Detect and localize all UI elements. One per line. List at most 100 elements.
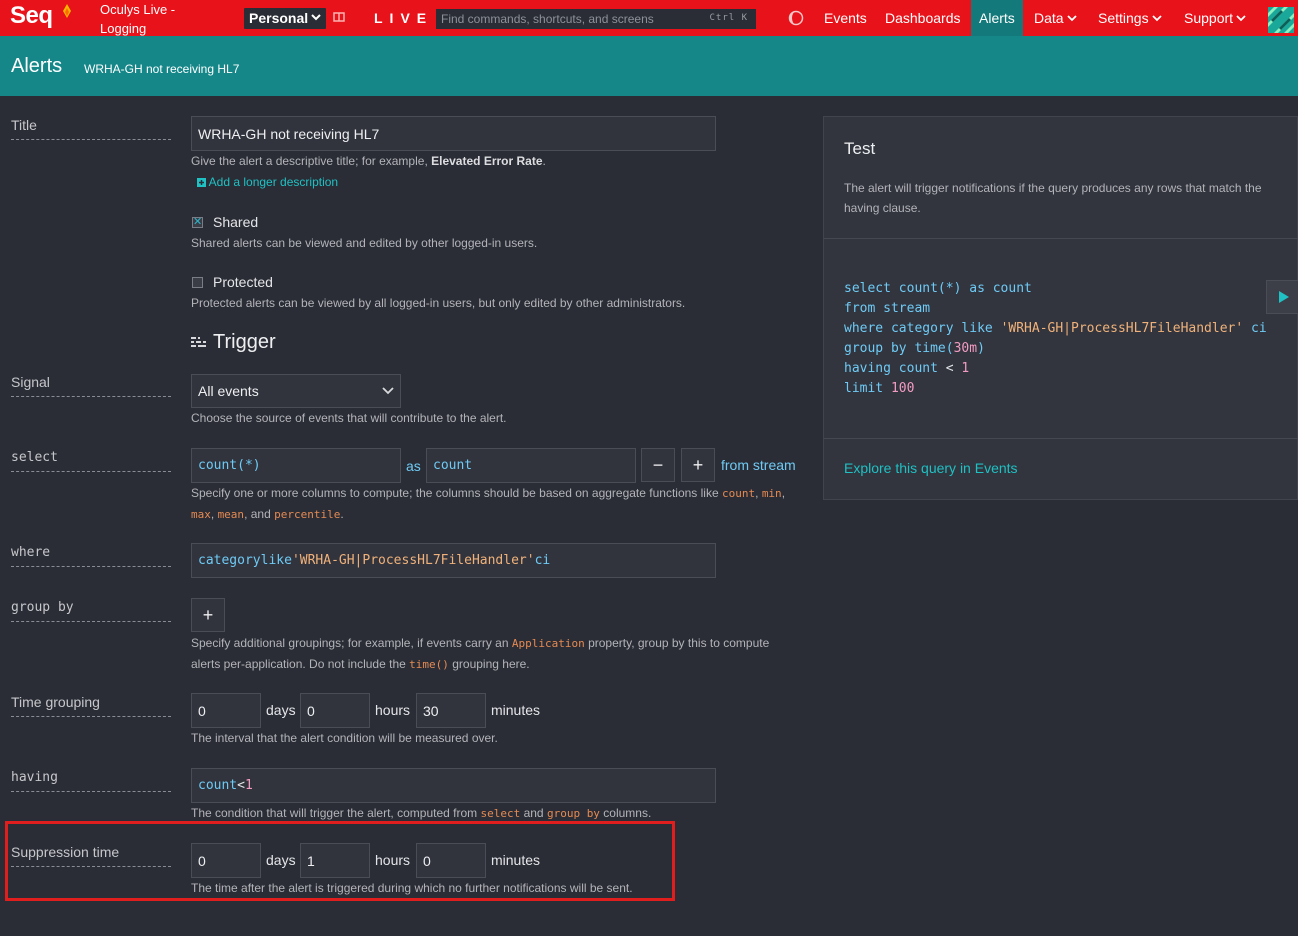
suppression-time-label: Suppression time [11,844,171,867]
workspace-settings-icon[interactable] [333,11,345,23]
nav-events-label: Events [824,10,867,26]
having-label: having [11,770,171,792]
alert-name-breadcrumb: WRHA-GH not receiving HL7 [84,62,240,76]
having-input[interactable]: count < 1 [191,768,716,803]
theme-toggle-icon[interactable] [788,10,804,26]
title-input[interactable]: WRHA-GH not receiving HL7 [191,116,716,151]
where-input[interactable]: category like 'WRHA-GH|ProcessHL7FileHan… [191,543,716,578]
select-hint: Specify one or more columns to compute; … [191,483,801,525]
where-operator: like [260,553,292,568]
suppression-days-input[interactable]: 0 [191,843,261,878]
comma: , [755,486,759,500]
select-expression-value: count(*) [198,458,261,473]
where-ci: ci [534,553,551,568]
suppression-minutes-input[interactable]: 0 [416,843,486,878]
command-placeholder: Find commands, shortcuts, and screens [441,12,654,26]
title-hint-example: Elevated Error Rate [431,154,543,168]
run-query-button[interactable] [1266,280,1298,314]
where-label: where [11,545,171,567]
chevron-down-icon [311,14,321,21]
signal-hint: Choose the source of events that will co… [191,411,507,425]
hours-unit: hours [375,702,411,718]
nav-support[interactable]: Support [1176,0,1254,36]
time-grouping-minutes-value: 30 [423,702,439,719]
having-and-text: and [523,806,544,820]
select-hint-text: Specify one or more columns to compute; … [191,486,719,500]
flame-icon [63,4,71,18]
divider [824,438,1298,439]
shared-hint: Shared alerts can be viewed and edited b… [191,236,538,250]
agg-percentile: percentile [274,508,341,521]
comma: , [210,507,215,521]
explore-query-link[interactable]: Explore this query in Events [844,460,1018,476]
nav-alerts[interactable]: Alerts [971,0,1023,36]
instance-name: Oculys Live - Logging [100,2,176,36]
seq-logo[interactable]: Seq [10,2,53,30]
workspace-label: Personal [249,10,309,26]
group-by-example: Application [511,637,585,650]
nav-alerts-label: Alerts [979,10,1015,26]
divider [824,238,1298,239]
chevron-down-icon [1151,15,1162,22]
from-stream-text: from stream [721,457,796,473]
nav-settings-label: Settings [1098,10,1149,26]
nav-dashboards[interactable]: Dashboards [877,0,969,36]
nav-support-label: Support [1184,10,1234,26]
signal-label: Signal [11,374,171,397]
and-text: , and [244,507,271,521]
select-alias-value: count [433,458,473,473]
signal-select[interactable]: All events [191,374,401,408]
remove-column-button[interactable]: − [641,448,675,482]
minutes-unit: minutes [491,852,541,868]
period: . [340,507,344,521]
page-title[interactable]: Alerts [11,55,62,78]
workspace-selector[interactable]: Personal [244,8,326,29]
live-indicator[interactable]: LIVE [374,10,433,26]
add-description-link[interactable]: Add a longer description [197,172,338,192]
group-by-hint-text: Specify additional groupings; for exampl… [191,636,509,650]
time-grouping-hours-input[interactable]: 0 [300,693,370,728]
chevron-down-icon [1236,15,1246,22]
nav-dashboards-label: Dashboards [885,10,961,26]
days-unit: days [266,702,296,718]
time-grouping-days-input[interactable]: 0 [191,693,261,728]
nav-settings[interactable]: Settings [1090,0,1170,36]
protected-label[interactable]: Protected [213,274,273,290]
protected-checkbox[interactable] [192,277,203,288]
add-grouping-button[interactable]: + [191,598,225,632]
trigger-heading-text: Trigger [213,331,276,353]
agg-mean: mean [217,508,245,521]
time-grouping-minutes-input[interactable]: 30 [416,693,486,728]
title-label: Title [11,117,171,140]
title-hint: Give the alert a descriptive title; for … [191,151,546,171]
command-search[interactable]: Find commands, shortcuts, and screens Ct… [436,9,756,29]
group-by-hint-text: property, group by this to compute [588,636,770,650]
chevron-down-icon [382,387,394,395]
shared-label[interactable]: Shared [213,214,258,230]
title-hint-suffix: . [542,154,546,168]
user-avatar[interactable] [1268,7,1294,33]
suppression-hours-input[interactable]: 1 [300,843,370,878]
group-by-hint-text: alerts per-application. Do not include t… [191,657,406,671]
signal-select-value: All events [198,383,259,399]
comma: , [781,486,786,500]
select-alias-input[interactable]: count [426,448,636,483]
command-shortcut: Ctrl K [709,13,748,23]
add-column-button[interactable]: + [681,448,715,482]
hours-unit: hours [375,852,411,868]
test-query: select count(*) as count from stream whe… [844,281,1267,396]
shared-checkbox[interactable] [192,215,203,228]
having-value: 1 [244,778,253,793]
test-panel: Test The alert will trigger notification… [823,116,1298,500]
suppression-days-value: 0 [198,852,206,869]
title-input-value: WRHA-GH not receiving HL7 [198,125,380,142]
agg-count: count [722,487,756,500]
nav-events[interactable]: Events [816,0,875,36]
test-panel-description: The alert will trigger notifications if … [844,181,1262,215]
suppression-hours-value: 1 [307,852,315,869]
time-grouping-days-value: 0 [198,702,206,719]
group-by-hint-text: grouping here. [452,657,530,671]
having-groupby-ref: group by [546,807,600,820]
select-expression-input[interactable]: count(*) [191,448,401,483]
nav-data[interactable]: Data [1026,0,1085,36]
